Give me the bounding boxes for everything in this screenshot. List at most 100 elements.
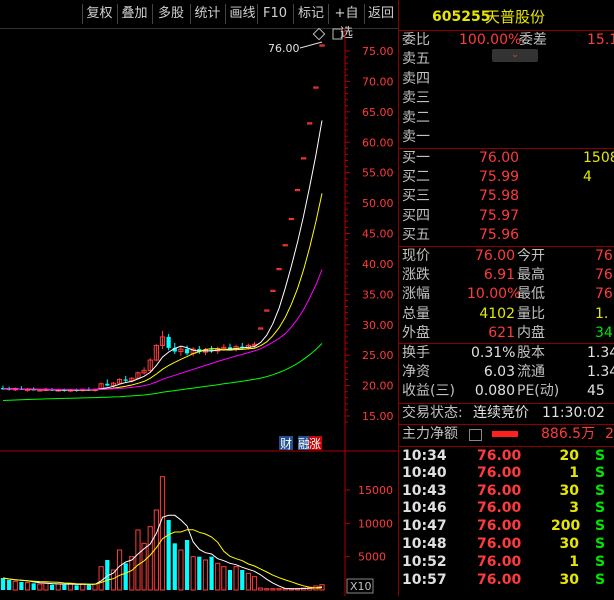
toolbar-button-1[interactable]: 叠加	[117, 4, 151, 24]
volume-bar-up	[276, 588, 282, 591]
quote-value-left: 6.91	[483, 266, 515, 283]
toolbar-button-2[interactable]: 多股	[152, 4, 189, 24]
volume-bar-down	[7, 580, 12, 590]
tick-row: 10:52 76.00 1 S	[399, 553, 614, 572]
toolbar-button-7[interactable]: +自选	[328, 4, 364, 41]
quote-label-left: 外盘	[402, 325, 430, 341]
sell-row-5: 卖一	[399, 128, 614, 147]
candle-body-up	[307, 122, 313, 125]
toolbar-button-0[interactable]: 复权	[82, 4, 116, 24]
quote-row-4: 外盘 621 内盘 34	[399, 324, 614, 343]
buy-volume: 1508	[583, 150, 614, 166]
candle-body-down	[105, 383, 110, 386]
trade-status-row: 交易状态: 连续竞价 11:30:02	[399, 403, 614, 423]
tick-row: 10:48 76.00 30 S	[399, 535, 614, 554]
candle-body-up	[276, 268, 282, 271]
kline-chart-svg[interactable]: 75.00 70.00 65.00 60.00 55.00 50.00 45.00 40.00…	[0, 27, 398, 596]
buy-row-2: 买二 75.99 4	[399, 168, 614, 187]
tick-price: 76.00	[477, 571, 522, 588]
tick-side: S	[595, 464, 606, 481]
quote-panel: 605255 天普股份 委比 100.00% 委差 15.1 ⌄ 交易状态: 连…	[398, 0, 614, 596]
quote-row-3: 总量 4102 量比 1.	[399, 305, 614, 324]
quote-label-left: 总量	[402, 305, 430, 322]
tick-volume: 1	[569, 553, 579, 570]
toolbar-button-4[interactable]: 画线	[225, 4, 259, 24]
kline-chart[interactable]: 75.00 70.00 65.00 60.00 55.00 50.00 45.00 40.00…	[0, 27, 398, 596]
weibi-value: 100.00%	[459, 32, 522, 48]
ma5-line	[2, 120, 323, 391]
buy-label: 买二	[402, 168, 430, 185]
buy-label: 买三	[402, 188, 430, 204]
price-tick-label: 60.00	[362, 136, 394, 149]
vol-ma5-line	[2, 514, 323, 590]
buy-price: 75.99	[479, 168, 520, 185]
tick-time: 10:46	[402, 500, 447, 517]
fund-label-left: 换手	[402, 345, 430, 361]
toolbar-button-5[interactable]: F10	[257, 4, 292, 24]
volume-bar-up	[129, 556, 135, 591]
volume-bar-down	[123, 563, 128, 590]
quote-label-left: 涨幅	[402, 286, 430, 302]
tick-row: 10:57 76.00 30 S	[399, 571, 614, 590]
sell-row-2: 卖四	[399, 70, 614, 89]
fund-row-2: 收益(三) 0.080 PE(动) 45	[399, 382, 614, 401]
tick-volume: 30	[559, 571, 579, 588]
fund-value-right: 1.34	[587, 363, 614, 380]
weicha-label: 委差	[519, 32, 547, 48]
candle-body-up	[264, 309, 270, 312]
volume-bar-up	[202, 559, 209, 591]
tick-row: 10:47 76.00 200 S	[399, 517, 614, 536]
volume-bar-down	[49, 584, 55, 590]
main-flow-value: 886.5万	[541, 426, 596, 442]
price-tick-label: 55.00	[362, 167, 394, 180]
tick-volume: 200	[551, 518, 581, 535]
toolbar-button-8[interactable]: 返回	[364, 4, 397, 24]
quote-value-left: 76.00	[474, 248, 515, 264]
quote-value-left: 621	[488, 325, 515, 341]
buy-row-4: 买四 75.97	[399, 207, 614, 226]
buy-row-5: 买五 75.96	[399, 226, 614, 245]
volume-bar-up	[12, 580, 18, 591]
toolbar-button-6[interactable]: 标记	[293, 4, 328, 24]
quote-value-right: 76.	[595, 248, 614, 264]
price-tick-label: 70.00	[362, 75, 394, 88]
tick-row: 10:43 76.00 30 S	[399, 482, 614, 501]
candle-body-up	[258, 327, 264, 330]
volume-multiplier-label: X10	[350, 580, 372, 593]
trade-status-value: 连续竞价	[473, 405, 529, 421]
volume-bar-down	[172, 543, 177, 590]
buy-price: 75.96	[479, 227, 520, 243]
price-tick-label: 25.00	[362, 349, 394, 362]
tick-side: S	[595, 482, 606, 499]
volume-bar-down	[86, 584, 91, 590]
flow-menu-icon[interactable]	[469, 429, 482, 441]
candle-body-down	[184, 349, 190, 354]
buy-label: 买五	[402, 227, 430, 243]
candle-body-up	[313, 86, 319, 89]
panel-toggle-icon[interactable]	[332, 28, 343, 40]
quote-value-right: 1.	[595, 305, 609, 322]
volume-bar-up	[92, 583, 98, 591]
sell-row-1: 卖五	[399, 50, 614, 69]
sell-row-4: 卖二	[399, 109, 614, 128]
vol-ma10-line	[2, 529, 323, 589]
diamond-icon[interactable]	[312, 27, 326, 41]
sell-label: 卖五	[402, 51, 430, 67]
candle-body-up	[288, 217, 294, 221]
volume-bar-up	[147, 526, 153, 591]
volume-bar-up	[233, 566, 239, 591]
toolbar-button-3[interactable]: 统计	[190, 4, 224, 24]
volume-bar-up	[135, 529, 141, 591]
volume-bar-up	[245, 572, 251, 591]
volume-bar-up	[190, 556, 196, 591]
tick-volume: 3	[569, 500, 579, 517]
fund-value-left: 0.31%	[471, 345, 516, 361]
price-tick-label: 45.00	[362, 228, 394, 241]
volume-bar-down	[227, 570, 233, 590]
trade-status-label: 交易状态:	[402, 405, 463, 421]
price-tick-label: 35.00	[362, 288, 394, 301]
price-tick-label: 20.00	[362, 380, 394, 393]
tick-row: 10:40 76.00 1 S	[399, 464, 614, 483]
price-tick-label: 75.00	[362, 45, 394, 58]
fund-label-left: 收益(三)	[402, 383, 455, 399]
